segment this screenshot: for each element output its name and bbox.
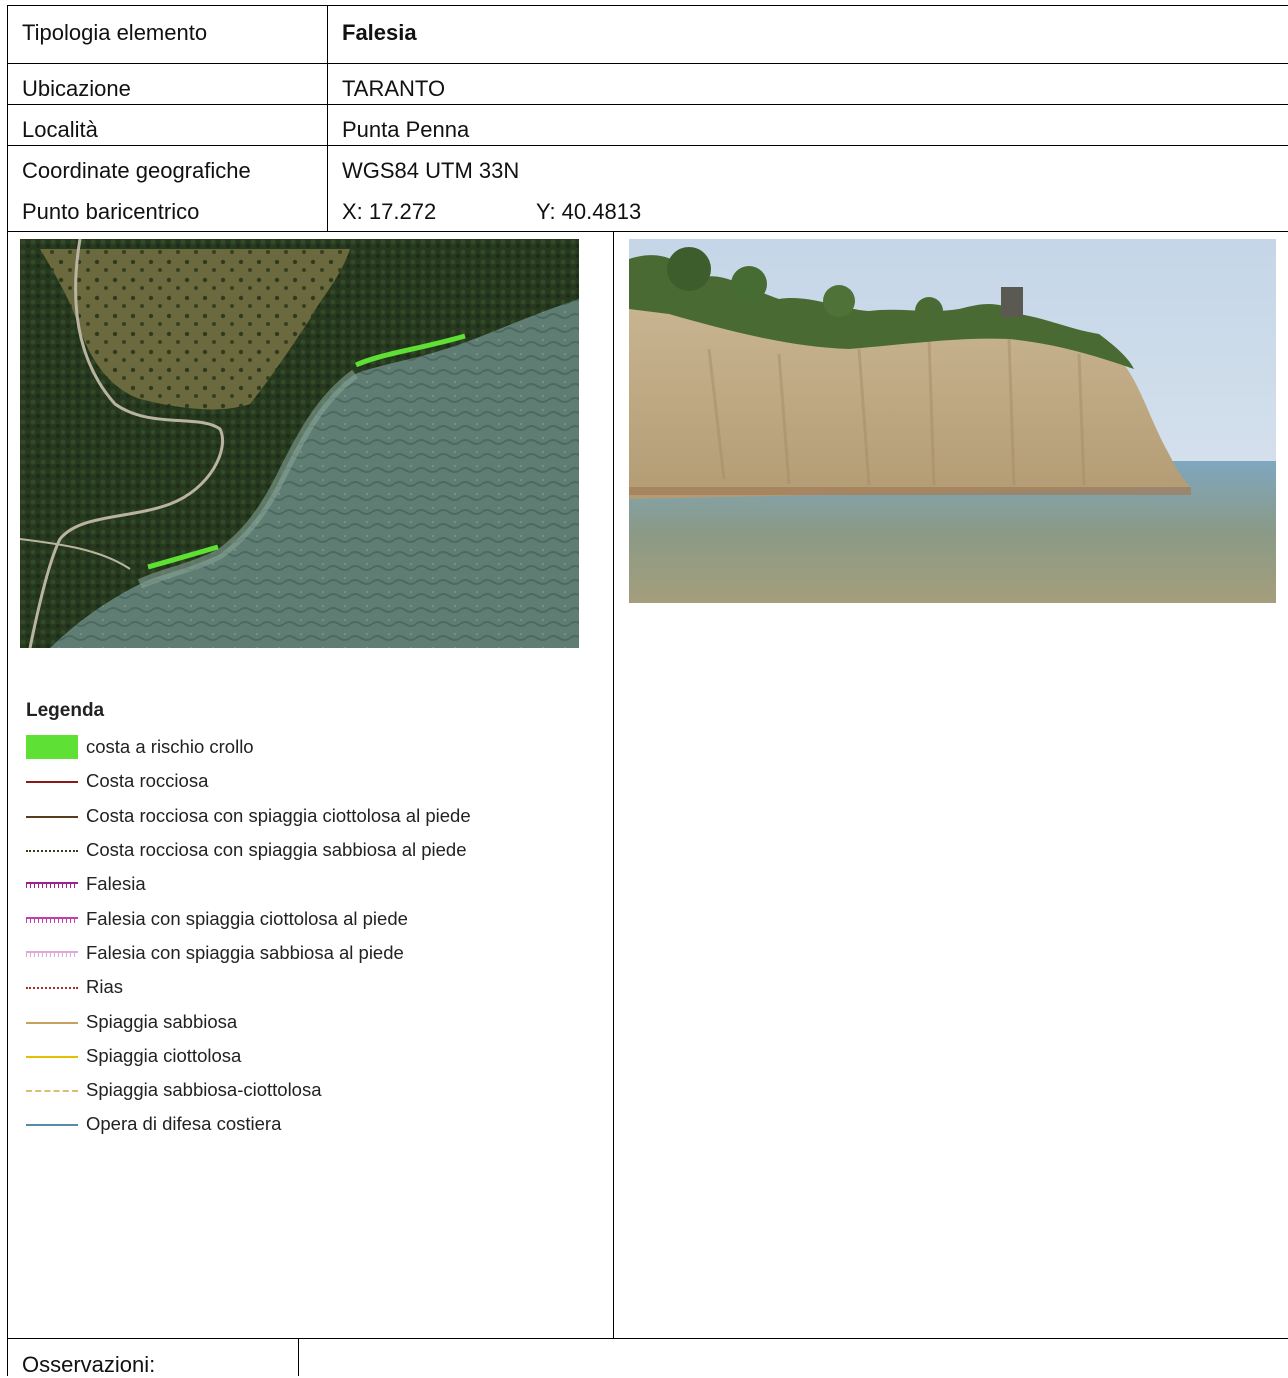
table-border-top: [7, 5, 1288, 6]
legend-item-label: Spiaggia sabbiosa-ciottolosa: [86, 1079, 322, 1101]
legend-item-label: Costa rocciosa: [86, 770, 209, 792]
value-localita: Punta Penna: [342, 117, 470, 142]
row-line-4: [7, 231, 1288, 232]
value-x-coordinate: X: 17.272: [342, 199, 437, 224]
row-line-5: [7, 1338, 1288, 1339]
legend-symbol-icon: [26, 735, 78, 760]
column-divider-images: [613, 231, 614, 1338]
legend-symbol-icon: [26, 771, 78, 791]
legend-item-label: Falesia con spiaggia sabbiosa al piede: [86, 941, 404, 963]
legend-item-label: Falesia con spiaggia ciottolosa al piede: [86, 907, 408, 929]
legend-item: Spiaggia sabbiosa-ciottolosa: [26, 1073, 586, 1107]
label-coordinate: Coordinate geografiche: [22, 158, 251, 183]
cliff-photo: [629, 239, 1276, 603]
label-tipologia: Tipologia elemento: [22, 20, 208, 45]
legend-item-label: Rias: [86, 976, 124, 998]
value-ubicazione: TARANTO: [342, 76, 446, 101]
legend-item: Costa rocciosa con spiaggia ciottolosa a…: [26, 799, 586, 833]
legend-symbol-icon: [26, 1012, 78, 1032]
map-legend: Legenda costa a rischio crollo Costa rocc…: [26, 698, 586, 1142]
label-ubicazione: Ubicazione: [22, 76, 131, 101]
label-osservazioni: Osservazioni:: [22, 1352, 156, 1377]
legend-item-label: Costa rocciosa con spiaggia sabbiosa al …: [86, 839, 467, 861]
legend-symbol-icon: [26, 840, 78, 860]
column-divider-footer: [298, 1338, 299, 1376]
legend-title: Legenda: [26, 700, 105, 721]
row-line-2: [7, 104, 1288, 105]
legend-item: Costa rocciosa: [26, 764, 586, 798]
legend-symbol-icon: [26, 874, 78, 894]
legend-symbol-icon: [26, 1114, 78, 1134]
legend-symbol-icon: [26, 806, 78, 826]
column-divider-header: [327, 5, 328, 231]
label-localita: Località: [22, 117, 98, 142]
legend-item: Falesia con spiaggia ciottolosa al piede: [26, 901, 586, 935]
label-punto-baricentrico: Punto baricentrico: [22, 199, 200, 224]
legend-item: Rias: [26, 970, 586, 1004]
legend-item: Spiaggia sabbiosa: [26, 1004, 586, 1038]
value-tipologia: Falesia: [342, 20, 417, 45]
legend-item: Spiaggia ciottolosa: [26, 1039, 586, 1073]
legend-item-label: costa a rischio crollo: [86, 736, 254, 758]
legend-item-label: Spiaggia sabbiosa: [86, 1010, 238, 1032]
legend-item: Opera di difesa costiera: [26, 1107, 586, 1141]
legend-item-label: Opera di difesa costiera: [86, 1113, 282, 1135]
row-line-1: [7, 63, 1288, 64]
aerial-map-image: [20, 239, 579, 648]
value-coordinate: WGS84 UTM 33N: [342, 158, 520, 183]
legend-symbol-icon: [26, 1080, 78, 1100]
legend-symbol-icon: [26, 943, 78, 963]
legend-item: Costa rocciosa con spiaggia sabbiosa al …: [26, 833, 586, 867]
row-line-3: [7, 145, 1288, 146]
table-border-left: [7, 5, 8, 1376]
legend-item-label: Falesia: [86, 873, 146, 895]
legend-symbol-icon: [26, 1046, 78, 1066]
legend-item-label: Spiaggia ciottolosa: [86, 1044, 242, 1066]
legend-symbol-icon: [26, 909, 78, 929]
legend-item: Falesia con spiaggia sabbiosa al piede: [26, 936, 586, 970]
value-y-coordinate: Y: 40.4813: [536, 199, 642, 224]
legend-item-label: Costa rocciosa con spiaggia ciottolosa a…: [86, 804, 471, 826]
legend-item: costa a rischio crollo: [26, 730, 586, 764]
legend-item: Falesia: [26, 867, 586, 901]
legend-symbol-icon: [26, 977, 78, 997]
